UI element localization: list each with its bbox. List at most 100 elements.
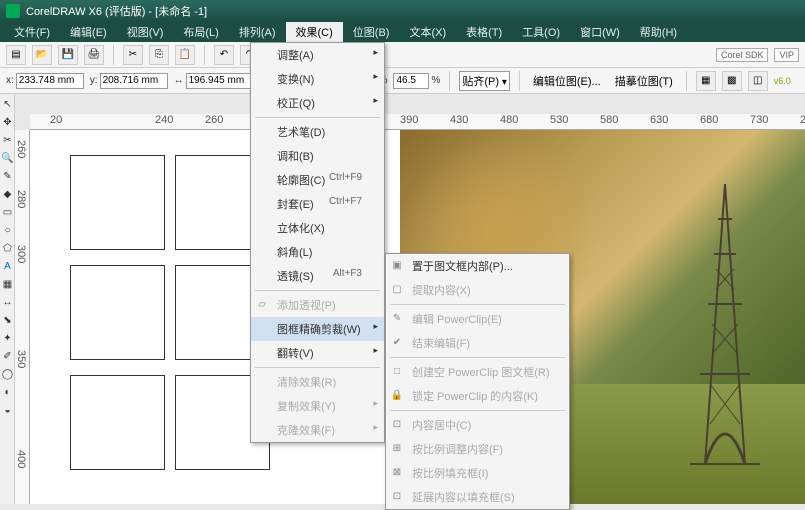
zoom-tool-icon[interactable]: 🔍 (0, 149, 15, 167)
menu-item[interactable]: 布局(L) (173, 22, 228, 42)
menu-item-icon: ✔ (390, 335, 404, 349)
menu-item[interactable]: 帮助(H) (630, 22, 687, 42)
y-input[interactable] (100, 73, 168, 89)
menu-item[interactable]: 调整(A)▸ (251, 43, 384, 67)
rectangle-object[interactable] (70, 155, 165, 250)
submenu-arrow-icon: ▸ (373, 422, 378, 433)
menu-item[interactable]: 效果(C) (286, 22, 343, 42)
cut-icon[interactable]: ✂ (123, 45, 143, 65)
menu-item[interactable]: 校正(Q)▸ (251, 91, 384, 115)
effects-menu-dropdown: 调整(A)▸变换(N)▸校正(Q)▸ 艺术笔(D)调和(B)轮廓图(C)Ctrl+… (250, 42, 385, 443)
menu-item[interactable]: 表格(T) (456, 22, 512, 42)
sdk-badge[interactable]: Corel SDK (716, 48, 769, 62)
print-icon[interactable]: 🖨 (84, 45, 104, 65)
rectangle-object[interactable] (70, 375, 165, 470)
submenu-arrow-icon: ▸ (373, 47, 378, 58)
menu-item[interactable]: 文件(F) (4, 22, 60, 42)
menu-item[interactable]: 窗口(W) (570, 22, 630, 42)
menu-item[interactable]: 文本(X) (399, 22, 456, 42)
title-bar: CorelDRAW X6 (评估版) - [未命名 -1] (0, 0, 805, 22)
menu-item[interactable]: 透镜(S)Alt+F3 (251, 264, 384, 288)
menu-item[interactable]: 调和(B) (251, 144, 384, 168)
menu-item-icon: ⊠ (390, 465, 404, 479)
menu-item[interactable]: 位图(B) (343, 22, 400, 42)
y-position-field[interactable]: y: (90, 73, 168, 89)
freehand-tool-icon[interactable]: ✎ (0, 167, 15, 185)
tool-icon[interactable]: ▦ (696, 71, 716, 91)
separator (204, 45, 205, 65)
submenu-arrow-icon: ▸ (373, 345, 378, 356)
edit-bitmap-button[interactable]: 编辑位图(E)... (529, 73, 605, 89)
horizontal-ruler: 20240260280390430480530580630680730280 (30, 114, 805, 130)
x-input[interactable] (16, 73, 84, 89)
menu-item: 克隆效果(F)▸ (251, 418, 384, 442)
menu-item[interactable]: 封套(E)Ctrl+F7 (251, 192, 384, 216)
standard-toolbar: ▤ 📂 💾 🖨 ✂ ⎘ 📋 ↶ ↷ ⇲ ⇱ Corel SDK VIP (0, 42, 805, 68)
menu-item-icon: ⊞ (390, 441, 404, 455)
menu-item: 延展内容以填充框(S)⊡ (386, 485, 569, 509)
menu-item: 内容居中(C)⊡ (386, 413, 569, 437)
menu-item[interactable]: 置于图文框内部(P)...▣ (386, 254, 569, 278)
save-icon[interactable]: 💾 (58, 45, 78, 65)
tool-icon[interactable]: ◫ (748, 71, 768, 91)
shortcut-label: Ctrl+F7 (329, 196, 362, 207)
menu-item[interactable]: 轮廓图(C)Ctrl+F9 (251, 168, 384, 192)
menu-item[interactable]: 翻转(V)▸ (251, 341, 384, 365)
outline-tool-icon[interactable]: ◯ (0, 365, 15, 383)
table-tool-icon[interactable]: ▦ (0, 275, 15, 293)
window-title: CorelDRAW X6 (评估版) - [未命名 -1] (26, 3, 207, 19)
text-tool-icon[interactable]: A (0, 257, 15, 275)
polygon-tool-icon[interactable]: ⬠ (0, 239, 15, 257)
scale-y-field[interactable]: % (393, 73, 440, 89)
new-icon[interactable]: ▤ (6, 45, 26, 65)
vip-badge[interactable]: VIP (774, 48, 799, 62)
separator (113, 45, 114, 65)
undo-icon[interactable]: ↶ (214, 45, 234, 65)
menu-item-icon: ▣ (390, 258, 404, 272)
menu-item[interactable]: 艺术笔(D) (251, 120, 384, 144)
connector-tool-icon[interactable]: ⬊ (0, 311, 15, 329)
width-field[interactable]: ↔ (174, 73, 254, 89)
tool-icon[interactable]: ▩ (722, 71, 742, 91)
rectangle-object[interactable] (70, 265, 165, 360)
menu-item: 创建空 PowerClip 图文框(R)□ (386, 360, 569, 384)
menu-item[interactable]: 立体化(X) (251, 216, 384, 240)
fill-tool-icon[interactable]: ◐ (0, 383, 15, 401)
dimension-tool-icon[interactable]: ↔ (0, 293, 15, 311)
menu-item: 结束编辑(F)✔ (386, 331, 569, 355)
menu-item: 按比例调整内容(F)⊞ (386, 437, 569, 461)
menu-item[interactable]: 排列(A) (229, 22, 286, 42)
menu-item[interactable]: 编辑(E) (60, 22, 117, 42)
menu-item: 编辑 PowerClip(E)✎ (386, 307, 569, 331)
eyedropper-tool-icon[interactable]: ✐ (0, 347, 15, 365)
menu-item: 锁定 PowerClip 的内容(K)🔒 (386, 384, 569, 408)
menu-item[interactable]: 视图(V) (117, 22, 174, 42)
trace-bitmap-button[interactable]: 描摹位图(T) (611, 73, 677, 89)
menu-item[interactable]: 工具(O) (512, 22, 570, 42)
ellipse-tool-icon[interactable]: ○ (0, 221, 15, 239)
effects-tool-icon[interactable]: ✦ (0, 329, 15, 347)
copy-icon[interactable]: ⎘ (149, 45, 169, 65)
pct-label: % (431, 75, 440, 86)
menu-item: 添加透视(P)▱ (251, 293, 384, 317)
menu-item[interactable]: 图框精确剪裁(W)▸ (251, 317, 384, 341)
menu-item-icon: □ (390, 364, 404, 378)
menu-item[interactable]: 斜角(L) (251, 240, 384, 264)
x-label: x: (6, 75, 14, 86)
interactive-fill-icon[interactable]: ◒ (0, 401, 15, 419)
menu-item: 按比例填充框(I)⊠ (386, 461, 569, 485)
crop-tool-icon[interactable]: ✂ (0, 131, 15, 149)
x-position-field[interactable]: x: (6, 73, 84, 89)
eiffel-tower-graphic (670, 174, 780, 474)
width-input[interactable] (186, 73, 254, 89)
menu-item-icon: ▢ (390, 282, 404, 296)
snap-dropdown[interactable]: 贴齐(P) ▾ (459, 71, 509, 91)
pick-tool-icon[interactable]: ↖ (0, 95, 15, 113)
shape-tool-icon[interactable]: ✥ (0, 113, 15, 131)
open-icon[interactable]: 📂 (32, 45, 52, 65)
paste-icon[interactable]: 📋 (175, 45, 195, 65)
scale-y-input[interactable] (393, 73, 429, 89)
rectangle-tool-icon[interactable]: ▭ (0, 203, 15, 221)
menu-item[interactable]: 变换(N)▸ (251, 67, 384, 91)
smart-fill-icon[interactable]: ◆ (0, 185, 15, 203)
